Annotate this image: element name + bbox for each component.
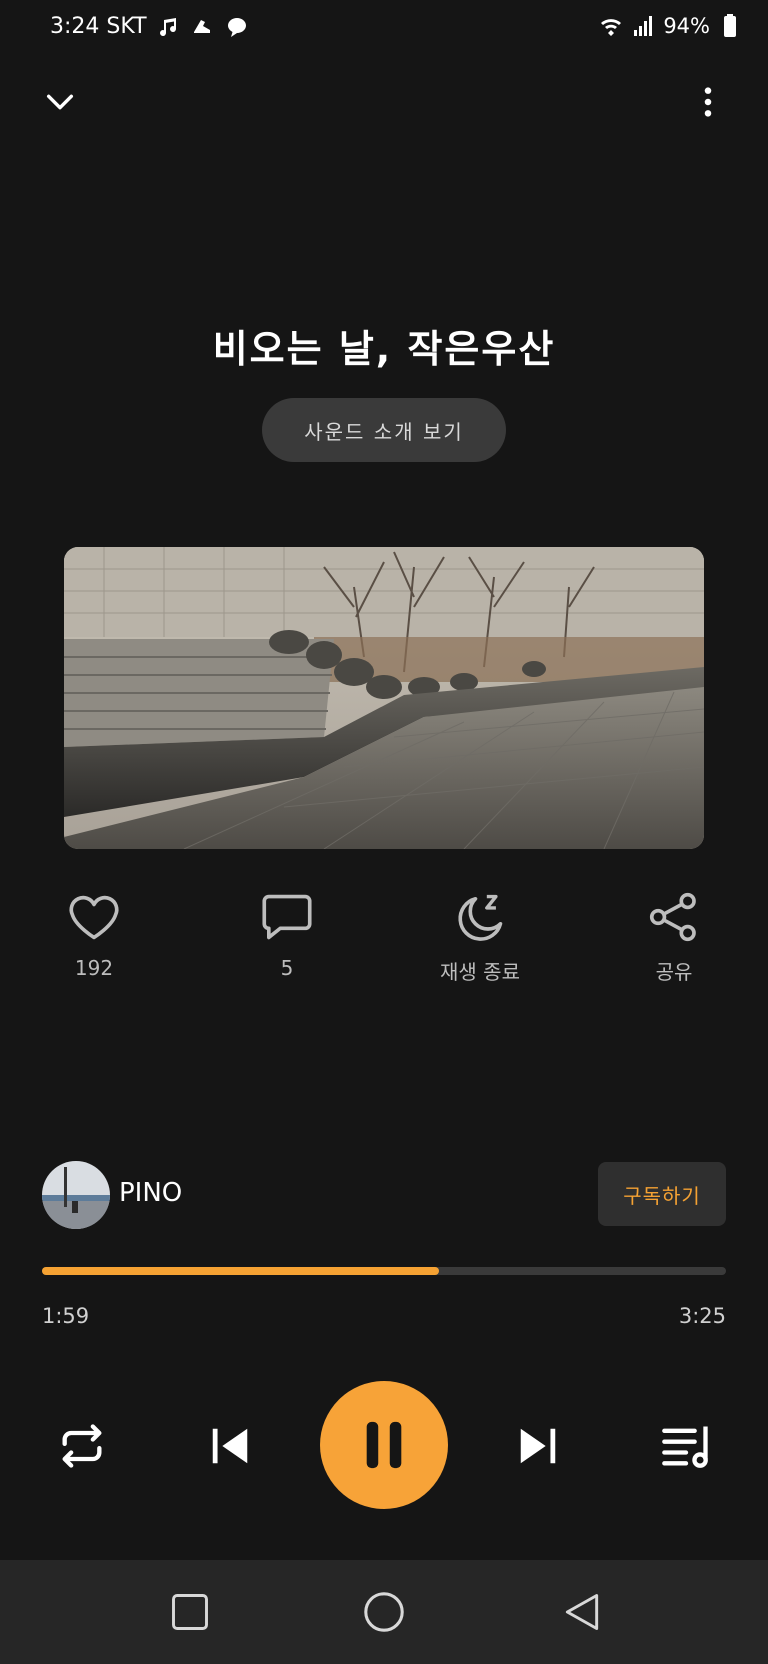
sleep-timer-action[interactable]: 재생 종료	[420, 892, 540, 985]
comment-icon	[262, 894, 312, 940]
playlist-icon	[662, 1426, 708, 1468]
like-action[interactable]: 192	[34, 892, 154, 980]
elapsed-time: 1:59	[42, 1304, 90, 1328]
previous-button[interactable]	[198, 1414, 262, 1478]
music-note-icon	[159, 17, 176, 36]
back-icon	[565, 1594, 599, 1630]
channel-avatar[interactable]	[42, 1161, 110, 1229]
heart-icon	[69, 895, 119, 940]
status-left: 3:24 SKT	[50, 14, 249, 39]
repeat-icon	[62, 1424, 102, 1468]
battery-percent: 94%	[663, 14, 710, 38]
track-artwork	[64, 547, 704, 849]
progress-bar[interactable]	[42, 1267, 726, 1275]
home-button[interactable]	[354, 1582, 414, 1642]
repeat-button[interactable]	[50, 1414, 114, 1478]
battery-icon	[724, 14, 736, 37]
sleep-timer-label: 재생 종료	[440, 960, 520, 984]
playlist-button[interactable]	[654, 1414, 718, 1478]
share-label: 공유	[655, 960, 693, 984]
share-icon	[649, 892, 696, 942]
skip-next-icon	[520, 1428, 556, 1464]
sound-intro-button[interactable]: 사운드 소개 보기	[262, 398, 506, 462]
progress-fill	[42, 1267, 439, 1275]
play-pause-button[interactable]	[320, 1381, 448, 1509]
sneaker-icon	[193, 19, 210, 33]
subscribe-button[interactable]: 구독하기	[598, 1162, 726, 1226]
chat-bubble-icon	[227, 17, 246, 37]
pause-icon	[366, 1421, 402, 1469]
skip-previous-icon	[212, 1428, 248, 1464]
more-vertical-icon	[704, 87, 712, 117]
status-right: 94%	[599, 14, 742, 38]
total-time: 3:25	[678, 1304, 726, 1328]
recent-apps-button[interactable]	[160, 1582, 220, 1642]
more-options-button[interactable]	[678, 72, 738, 132]
home-icon	[364, 1592, 404, 1632]
collapse-button[interactable]	[30, 72, 90, 132]
channel-name[interactable]: PINO	[119, 1178, 182, 1208]
comment-count: 5	[280, 956, 294, 980]
status-time-carrier: 3:24 SKT	[50, 14, 147, 39]
signal-icon	[634, 16, 653, 36]
system-nav-bar	[0, 1560, 768, 1664]
back-button[interactable]	[552, 1582, 612, 1642]
status-bar: 3:24 SKT 94%	[0, 0, 768, 60]
next-button[interactable]	[506, 1414, 570, 1478]
sleep-timer-icon	[458, 894, 503, 941]
chevron-down-icon	[46, 94, 74, 110]
like-count: 192	[74, 956, 114, 980]
recent-apps-icon	[172, 1594, 208, 1630]
track-title: 비오는 날, 작은우산	[212, 327, 556, 371]
comment-action[interactable]: 5	[227, 892, 347, 980]
share-action[interactable]: 공유	[614, 892, 734, 985]
wifi-icon	[601, 19, 622, 36]
